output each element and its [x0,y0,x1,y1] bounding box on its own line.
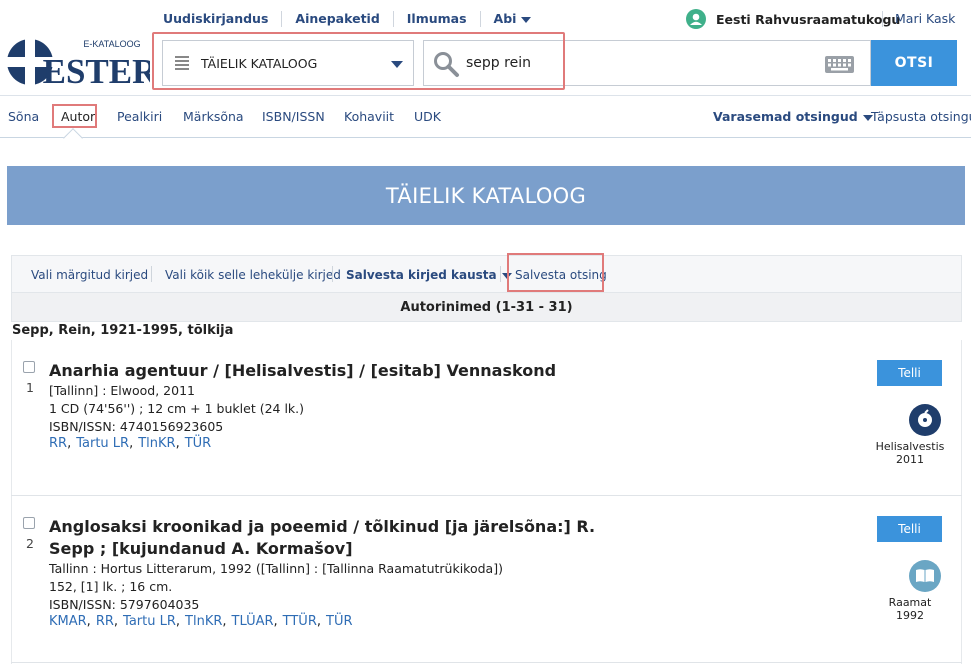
holding-link[interactable]: RR [49,436,67,451]
holding-link[interactable]: TLÜAR [232,614,274,629]
select-marked-button[interactable]: Vali märgitud kirjed [31,268,148,282]
author-heading: Sepp, Rein, 1921-1995, tõlkija [12,323,234,338]
search-type-tabs: Sõna Autor Pealkiri Märksõna ISBN/ISSN K… [0,96,971,138]
divider [151,266,152,282]
ester-logo[interactable]: E-KATALOOG ESTER [6,38,158,91]
record-number: 1 [26,380,34,395]
holding-link[interactable]: TlnKR [185,614,222,629]
record-checkbox[interactable] [23,361,35,373]
separator: , [175,436,180,451]
holding-link[interactable]: RR [96,614,114,629]
holding-link[interactable]: KMAR [49,614,87,629]
user-name[interactable]: Mari Kask [882,11,955,27]
music-note-icon [909,404,941,436]
record-type: Raamat [888,596,932,609]
record-holdings: KMAR, RR, Tartu LR, TlnKR, TLÜAR, TTÜR, TÜR [49,614,353,629]
library-selector[interactable]: Eesti Rahvusraamatukogu [686,8,900,30]
record-checkbox[interactable] [23,517,35,529]
separator: , [316,614,321,629]
logo-big-text: ESTER [43,52,150,88]
save-records-dropdown[interactable]: Salvesta kirjed kausta [346,268,512,282]
tab-isbn-issn[interactable]: ISBN/ISSN [262,109,325,124]
tab-kohaviit[interactable]: Kohaviit [344,109,394,124]
separator: , [67,436,72,451]
library-name: Eesti Rahvusraamatukogu [716,11,901,27]
separator: , [222,614,227,629]
record-title[interactable]: Anarhia agentuur / [Helisalvestis] / [es… [49,360,609,382]
record-number: 2 [26,536,34,551]
holding-link[interactable]: TlnKR [138,436,175,451]
record-extent: 1 CD (74'56'') ; 12 cm + 1 buklet (24 lk… [49,401,305,416]
link-ainepaketid[interactable]: Ainepaketid [282,11,394,27]
tab-marksona[interactable]: Märksõna [183,109,244,124]
divider [332,266,333,282]
link-ilmumas[interactable]: Ilmumas [394,11,481,27]
results-actions-bar: Vali märgitud kirjed Vali kõik selle leh… [11,255,962,293]
user-icon [686,9,706,29]
select-page-button[interactable]: Vali kõik selle lehekülje kirjed [165,268,341,282]
order-button[interactable]: Telli [877,360,942,386]
holding-link[interactable]: TÜR [326,614,353,629]
separator: , [273,614,278,629]
divider [11,662,962,663]
holding-link[interactable]: TÜR [185,436,212,451]
book-icon [909,560,941,592]
record-title[interactable]: Anglosaksi kroonikad ja poeemid / tõlkin… [49,516,609,560]
record-holdings: RR, Tartu LR, TlnKR, TÜR [49,436,211,451]
record-isbn: ISBN/ISSN: 4740156923605 [49,419,224,434]
holding-link[interactable]: TTÜR [283,614,317,629]
tab-pealkiri[interactable]: Pealkiri [117,109,162,124]
separator: , [175,614,181,629]
record-extent: 152, [1] lk. ; 16 cm. [49,579,173,594]
previous-searches-dropdown[interactable]: Varasemad otsingud [713,109,873,124]
separator: , [129,436,134,451]
record-year: 1992 [896,609,924,622]
tab-udk[interactable]: UDK [414,109,441,124]
record-publication: [Tallinn] : Elwood, 2011 [49,383,195,398]
search-button[interactable]: OTSI [871,40,957,86]
record-publication: Tallinn : Hortus Litterarum, 1992 ([Tall… [49,561,503,576]
save-search-highlight [507,253,604,292]
results-header: Autorinimed (1-31 - 31) [11,293,962,322]
top-links: Uudiskirjandus Ainepaketid Ilmumas Abi [150,10,544,28]
holding-link[interactable]: Tartu LR [76,436,129,451]
link-uudiskirjandus[interactable]: Uudiskirjandus [150,11,283,27]
link-abi[interactable]: Abi [481,11,545,27]
separator: , [113,614,119,629]
logo-small-text: E-KATALOOG [83,39,140,49]
order-button[interactable]: Telli [877,516,942,542]
active-tab-highlight [52,104,97,128]
record-year: 2011 [896,453,924,466]
search-highlight [152,32,565,90]
catalog-banner: TÄIELIK KATALOOG [7,166,965,225]
refine-search-link[interactable]: Täpsusta otsingut [871,109,971,124]
tab-sona[interactable]: Sõna [8,109,39,124]
chevron-down-icon [521,16,532,23]
record-type: Helisalvestis [875,440,945,453]
record-isbn: ISBN/ISSN: 5797604035 [49,597,200,612]
holding-link[interactable]: Tartu LR [123,614,176,629]
keyboard-icon[interactable] [825,56,854,73]
separator: , [86,614,91,629]
divider [500,266,501,282]
